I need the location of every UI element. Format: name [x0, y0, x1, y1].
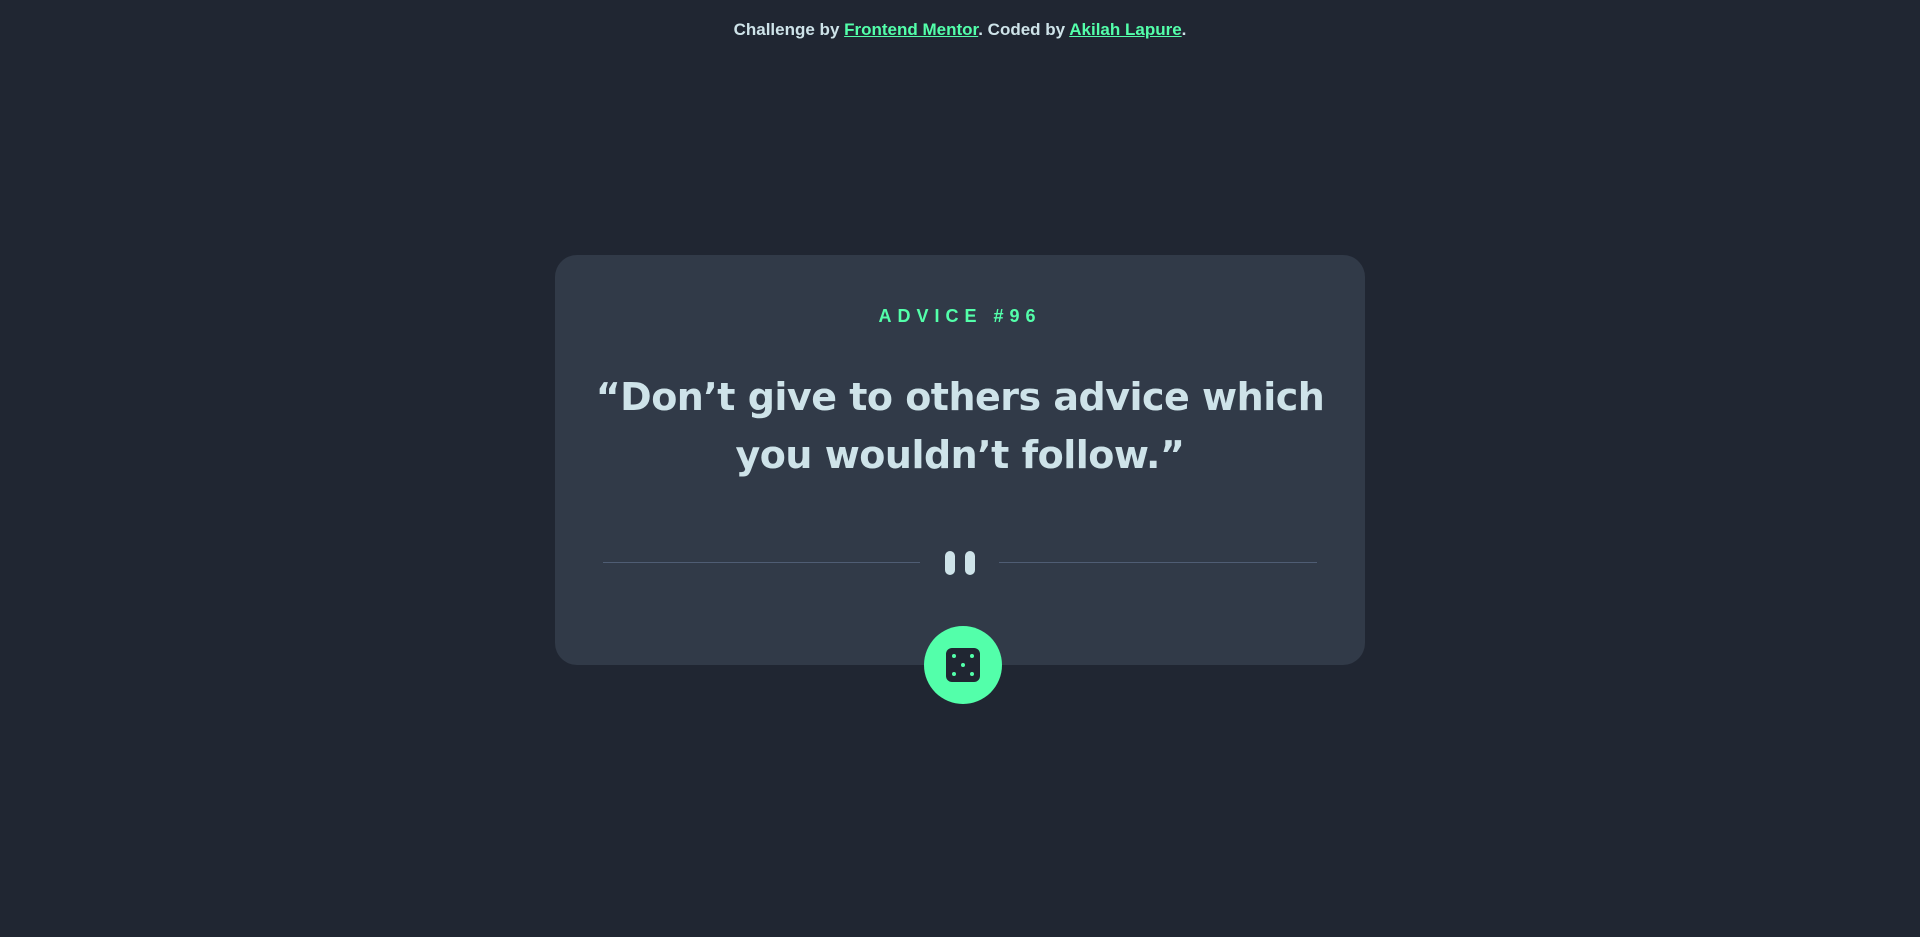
attribution-middle: . Coded by [978, 20, 1070, 39]
pause-bar-right [965, 551, 975, 575]
divider-line-left [603, 562, 920, 563]
frontend-mentor-link[interactable]: Frontend Mentor [844, 20, 978, 39]
dice-pip [952, 654, 956, 658]
advice-id: ADVICE #96 [878, 306, 1042, 326]
attribution: Challenge by Frontend Mentor. Coded by A… [0, 19, 1920, 41]
divider-line-right [999, 562, 1317, 563]
dice-pip [961, 663, 965, 667]
pause-icon [945, 551, 975, 575]
attribution-prefix: Challenge by [733, 20, 845, 39]
new-advice-button[interactable] [924, 626, 1002, 704]
author-link[interactable]: Akilah Lapure [1069, 20, 1181, 39]
dice-pip [970, 672, 974, 676]
dice-pip [952, 672, 956, 676]
pause-bar-left [945, 551, 955, 575]
dice-pip [970, 654, 974, 658]
advice-card: ADVICE #96 “Don’t give to others advice … [555, 255, 1365, 665]
dice-icon [946, 648, 980, 682]
advice-quote: “Don’t give to others advice which you w… [595, 375, 1325, 477]
attribution-suffix: . [1181, 20, 1187, 39]
